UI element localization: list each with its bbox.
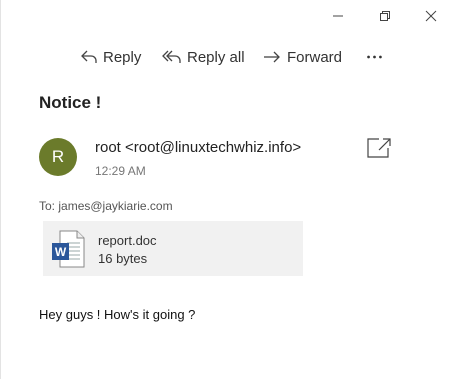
mail-reading-window: Reply Reply all Forward Notice ! R root … — [0, 0, 454, 379]
forward-button[interactable]: Forward — [262, 44, 342, 70]
more-actions-button[interactable] — [366, 44, 388, 70]
reply-button[interactable]: Reply — [80, 44, 141, 70]
popout-icon — [367, 138, 391, 158]
reply-all-label: Reply all — [187, 48, 245, 66]
word-document-icon: W — [52, 230, 85, 268]
recipient-line: To: james@jaykiarie.com — [39, 199, 173, 213]
attachment-name: report.doc — [98, 233, 157, 248]
close-icon — [425, 10, 437, 22]
avatar: R — [39, 138, 77, 176]
avatar-initial: R — [51, 147, 65, 166]
minimize-icon — [333, 15, 343, 17]
open-in-new-window-button[interactable] — [366, 137, 392, 159]
reply-label: Reply — [103, 48, 142, 66]
reply-icon — [81, 50, 97, 63]
sender-name[interactable]: root <root@linuxtechwhiz.info> — [95, 139, 301, 156]
restore-icon — [380, 11, 390, 21]
window-border — [0, 0, 1, 379]
minimize-button[interactable] — [324, 4, 352, 28]
reply-all-button[interactable]: Reply all — [162, 44, 245, 70]
recipient-address[interactable]: james@jaykiarie.com — [58, 199, 172, 213]
reply-all-icon — [162, 50, 181, 63]
message-body: Hey guys ! How's it going ? — [39, 307, 196, 322]
forward-label: Forward — [287, 48, 343, 66]
attachment-size: 16 bytes — [98, 251, 148, 266]
restore-button[interactable] — [371, 4, 399, 28]
to-label: To: — [39, 199, 56, 213]
svg-text:W: W — [55, 245, 67, 259]
more-icon — [367, 55, 382, 59]
forward-icon — [264, 51, 280, 63]
message-subject: Notice ! — [39, 93, 102, 112]
attachment-card[interactable]: W report.doc 16 bytes — [43, 221, 303, 276]
close-button[interactable] — [417, 4, 445, 28]
message-time: 12:29 AM — [95, 164, 146, 178]
